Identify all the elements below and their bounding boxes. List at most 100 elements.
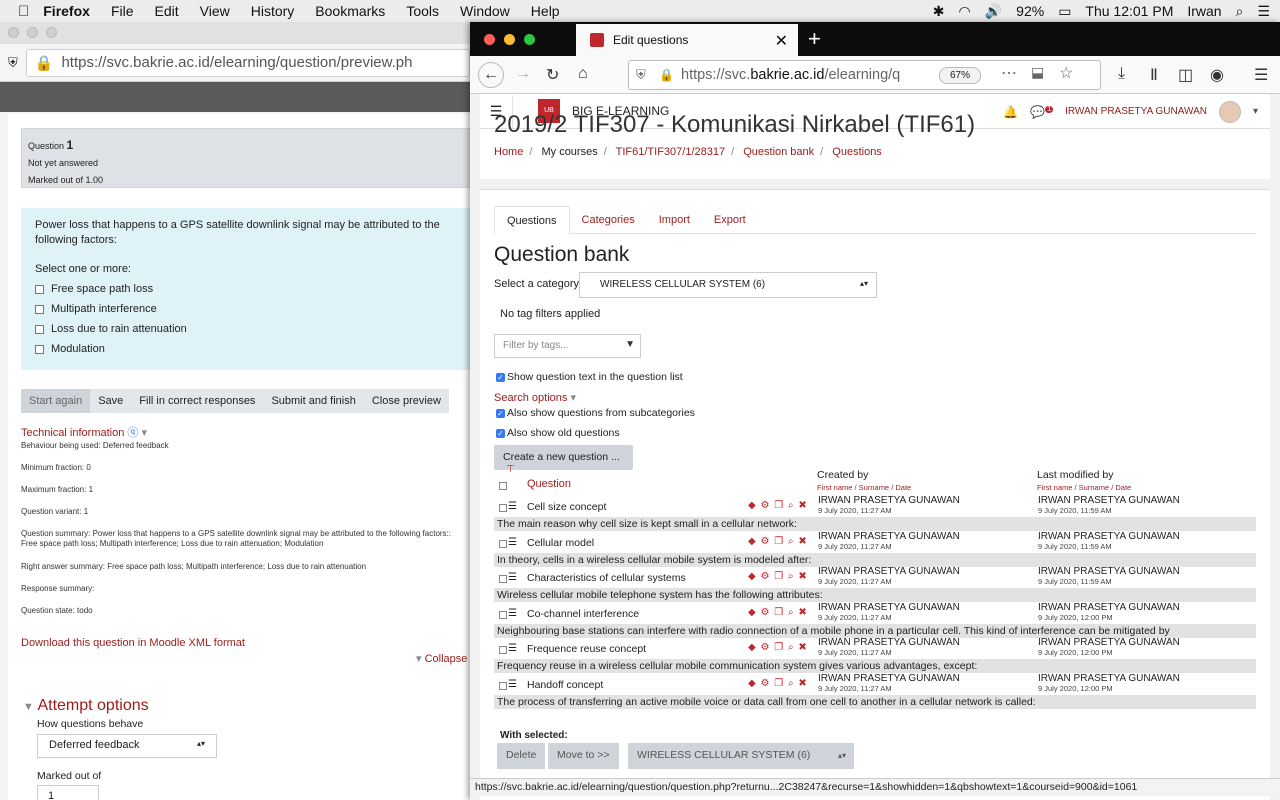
back-shield-icon[interactable]: ⛨ <box>8 55 18 71</box>
user-avatar[interactable] <box>1218 100 1241 123</box>
close-window-icon[interactable] <box>484 34 495 45</box>
back-url-bar[interactable]: 🔒 https://svc.bakrie.ac.id/elearning/que… <box>25 48 470 77</box>
menu-tools[interactable]: Tools <box>406 3 439 19</box>
attempt-options-heading[interactable]: ▼ Attempt options <box>23 697 149 715</box>
download-xml-link[interactable]: Download this question in Moodle XML for… <box>21 637 245 649</box>
row-checkbox[interactable] <box>499 610 507 619</box>
breadcrumb-question-bank[interactable]: Question bank <box>743 146 814 158</box>
submit-finish-button[interactable]: Submit and finish <box>263 389 364 413</box>
search-options-toggle[interactable]: Search options ▾ <box>494 391 576 404</box>
marked-input[interactable]: 1 <box>37 785 99 800</box>
preview-icon[interactable]: ⌕ <box>788 500 795 511</box>
user-name[interactable]: Irwan <box>1187 3 1221 19</box>
breadcrumb-course[interactable]: TIF61/TIF307/1/28317 <box>616 146 725 158</box>
fill-correct-button[interactable]: Fill in correct responses <box>131 389 264 413</box>
option-row[interactable]: Free space path loss <box>35 282 467 297</box>
preview-icon[interactable]: ⌕ <box>788 607 795 618</box>
pocket-icon[interactable]: ⬓ <box>1031 64 1044 81</box>
notification-center-icon[interactable]: ☰ <box>1257 3 1270 20</box>
duplicate-icon[interactable]: ❐ <box>774 607 784 618</box>
zoom-window-icon[interactable] <box>524 34 535 45</box>
edit-gear-icon[interactable]: ⚙ <box>760 607 770 618</box>
old-questions-checkbox[interactable]: ✓ <box>496 428 505 438</box>
subcategories-checkbox[interactable]: ✓ <box>496 408 505 418</box>
menu-edit[interactable]: Edit <box>155 3 179 19</box>
option-checkbox[interactable] <box>35 285 44 294</box>
new-tab-icon[interactable]: + <box>808 26 821 52</box>
message-icon[interactable]: 💬 1 <box>1030 105 1054 119</box>
delete-icon[interactable]: ✖ <box>798 678 807 689</box>
menu-app-name[interactable]: Firefox <box>43 3 90 19</box>
wifi-icon[interactable]: ◠ <box>959 3 971 20</box>
menu-file[interactable]: File <box>111 3 134 19</box>
menu-bookmarks[interactable]: Bookmarks <box>315 3 385 19</box>
tag-icon[interactable]: ◆ <box>748 607 757 618</box>
close-preview-button[interactable]: Close preview <box>363 389 449 413</box>
edit-gear-icon[interactable]: ⚙ <box>760 536 770 547</box>
modified-sort-links[interactable]: First name / Surname / Date <box>1037 483 1131 492</box>
column-question[interactable]: Question <box>527 478 571 490</box>
show-text-checkbox[interactable]: ✓ <box>496 372 505 382</box>
bell-icon[interactable]: 🔔 <box>1003 105 1018 119</box>
start-again-button[interactable]: Start again <box>21 395 90 407</box>
downloads-icon[interactable]: ⤓ <box>1118 65 1125 83</box>
minimize-window-icon[interactable] <box>504 34 515 45</box>
delete-icon[interactable]: ✖ <box>798 607 807 618</box>
sort-type-icon[interactable]: ⊤ <box>506 464 515 475</box>
sidebar-icon[interactable]: ◫ <box>1178 65 1193 85</box>
tag-filter-input[interactable]: Filter by tags... ▼ <box>494 334 641 358</box>
tab-questions[interactable]: Questions <box>494 206 570 234</box>
option-checkbox[interactable] <box>35 325 44 334</box>
tag-icon[interactable]: ◆ <box>748 642 757 653</box>
duplicate-icon[interactable]: ❐ <box>774 571 784 582</box>
battery-icon[interactable]: ▭ <box>1058 3 1071 20</box>
edit-gear-icon[interactable]: ⚙ <box>760 642 770 653</box>
user-menu-chevron-icon[interactable]: ▾ <box>1253 106 1258 117</box>
option-checkbox[interactable] <box>35 345 44 354</box>
old-questions-option[interactable]: ✓ Also show old questions <box>496 427 620 439</box>
duplicate-icon[interactable]: ❐ <box>774 500 784 511</box>
tag-icon[interactable]: ◆ <box>748 536 757 547</box>
row-checkbox[interactable] <box>499 539 507 548</box>
menu-window[interactable]: Window <box>460 3 510 19</box>
bookmark-star-icon[interactable]: ☆ <box>1059 63 1073 83</box>
bluetooth-icon[interactable]: ✱ <box>933 3 945 20</box>
option-row[interactable]: Multipath interference <box>35 302 467 317</box>
row-checkbox[interactable] <box>499 646 507 654</box>
preview-icon[interactable]: ⌕ <box>788 571 795 582</box>
move-to-button[interactable]: Move to >> <box>548 743 619 769</box>
behave-select[interactable]: Deferred feedback ▴▾ <box>37 734 217 758</box>
spotlight-search-icon[interactable]: ⌕ <box>1236 3 1244 20</box>
battery-percent[interactable]: 92% <box>1016 3 1044 19</box>
preview-icon[interactable]: ⌕ <box>788 642 795 653</box>
back-zoom-dot-icon[interactable] <box>46 27 57 38</box>
reload-icon[interactable]: ↻ <box>546 65 559 85</box>
question-row-main[interactable]: ☰ Co-channel interference ◆ ⚙ ❐ ⌕ ✖ IRWA… <box>494 602 1256 623</box>
tab-edit-questions[interactable]: Edit questions ✕ <box>576 24 798 56</box>
home-icon[interactable]: ⌂ <box>578 65 588 83</box>
preview-icon[interactable]: ⌕ <box>788 536 795 547</box>
zoom-level-badge[interactable]: 67% <box>939 67 981 84</box>
tag-icon[interactable]: ◆ <box>748 678 757 689</box>
duplicate-icon[interactable]: ❐ <box>774 642 784 653</box>
delete-icon[interactable]: ✖ <box>798 642 807 653</box>
menu-help[interactable]: Help <box>531 3 560 19</box>
save-button[interactable]: Save <box>90 389 132 413</box>
category-select[interactable]: WIRELESS CELLULAR SYSTEM (6) ▴▾ <box>579 272 877 298</box>
page-actions-icon[interactable]: ⋯ <box>1001 63 1017 83</box>
row-checkbox[interactable] <box>499 504 507 512</box>
library-icon[interactable]: Ⅱ <box>1150 65 1158 85</box>
subcategories-option[interactable]: ✓ Also show questions from subcategories <box>496 407 695 419</box>
app-menu-icon[interactable]: ☰ <box>1254 65 1268 85</box>
collapse-link[interactable]: ▾ Collapse <box>416 652 467 665</box>
breadcrumb-questions[interactable]: Questions <box>832 146 882 158</box>
user-name-header[interactable]: IRWAN PRASETYA GUNAWAN <box>1065 106 1207 117</box>
created-sort-links[interactable]: First name / Surname / Date <box>817 483 911 492</box>
duplicate-icon[interactable]: ❐ <box>774 536 784 547</box>
volume-icon[interactable]: 🔊 <box>985 3 1002 20</box>
delete-icon[interactable]: ✖ <box>798 571 807 582</box>
breadcrumb-my-courses[interactable]: My courses <box>541 146 597 158</box>
edit-gear-icon[interactable]: ⚙ <box>760 500 770 511</box>
tab-import[interactable]: Import <box>647 206 702 233</box>
back-arrow-icon[interactable]: ← <box>478 62 504 88</box>
